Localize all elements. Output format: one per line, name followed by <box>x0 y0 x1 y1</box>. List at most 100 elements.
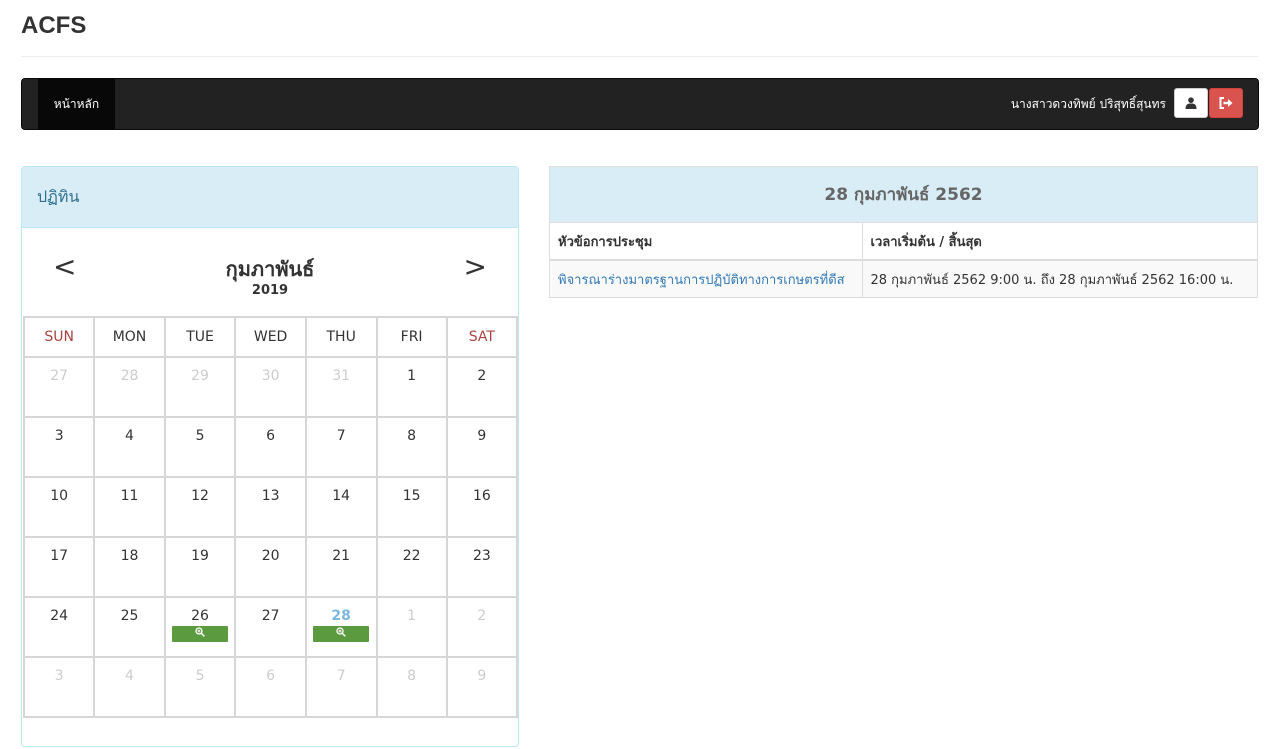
day-number: 29 <box>191 368 209 384</box>
selected-date-heading: 28 กุมภาพันธ์ 2562 <box>550 167 1257 223</box>
calendar-day-cell[interactable]: 8 <box>375 656 448 718</box>
calendar-day-cell[interactable]: 26 <box>163 596 237 658</box>
day-number: 12 <box>191 488 209 504</box>
calendar-day-cell[interactable]: 14 <box>304 476 378 538</box>
calendar-body: 27 28 29 30 31 1 2 3 4 5 6 7 8 9 10 11 12 13 14 15 16 17 18 19 2… <box>22 356 519 718</box>
calendar-day-cell[interactable]: 22 <box>375 536 448 598</box>
calendar-day-cell[interactable]: 9 <box>445 656 519 718</box>
calendar-day-cell[interactable]: 24 <box>22 596 96 658</box>
day-number: 22 <box>402 548 421 564</box>
day-number: 15 <box>402 488 421 504</box>
day-number: 24 <box>50 608 69 624</box>
calendar-week-row: 3 4 5 6 7 8 9 <box>22 416 519 478</box>
event-marker-button[interactable] <box>172 626 229 642</box>
calendar-day-cell[interactable]: 3 <box>22 416 96 478</box>
zoom-in-icon <box>195 627 205 637</box>
calendar-day-cell[interactable]: 6 <box>234 656 307 718</box>
calendar-day-cell[interactable]: 31 <box>304 356 378 418</box>
calendar-day-cell[interactable]: 27 <box>234 596 307 658</box>
day-number: 31 <box>332 368 351 384</box>
day-number: 3 <box>54 668 64 684</box>
day-number: 9 <box>477 668 487 684</box>
day-number: 8 <box>407 668 417 684</box>
day-number: 1 <box>407 368 417 384</box>
calendar-day-cell[interactable]: 8 <box>375 416 448 478</box>
calendar-day-cell[interactable]: 27 <box>22 356 96 418</box>
calendar-day-cell[interactable]: 25 <box>93 596 166 658</box>
day-number: 6 <box>266 428 276 444</box>
calendar-day-cell[interactable]: 16 <box>445 476 519 538</box>
weekday-tue: TUE <box>163 316 237 358</box>
calendar-day-cell[interactable]: 11 <box>93 476 166 538</box>
weekday-wed: WED <box>234 316 307 358</box>
calendar-week-row: 10 11 12 13 14 15 16 <box>22 476 519 538</box>
calendar-day-cell[interactable]: 6 <box>234 416 307 478</box>
nav-home-link[interactable]: หน้าหลัก <box>38 79 115 129</box>
calendar-day-cell[interactable]: 29 <box>163 356 237 418</box>
calendar-day-cell[interactable]: 7 <box>304 656 378 718</box>
event-marker-button[interactable] <box>313 626 370 642</box>
navbar: หน้าหลัก นางสาวดวงทิพย์ ปริสุทธิ์สุนทร <box>21 78 1259 130</box>
calendar-day-cell[interactable]: 5 <box>163 656 237 718</box>
meeting-table-header: หัวข้อการประชุม เวลาเริ่มต้น / สิ้นสุด <box>550 223 1257 261</box>
day-number: 16 <box>472 488 491 504</box>
meeting-detail-panel: 28 กุมภาพันธ์ 2562 หัวข้อการประชุม เวลาเ… <box>549 166 1258 298</box>
calendar-panel: ปฏิทิน < กุมภาพันธ์ 2019 > SUN MON TUE WED T… <box>21 166 519 747</box>
calendar-day-cell[interactable]: 2 <box>445 356 519 418</box>
calendar-month: กุมภาพันธ์ <box>225 257 315 281</box>
day-number: 9 <box>477 428 487 444</box>
meeting-topic-link[interactable]: พิจารณาร่างมาตรฐานการปฏิบัติทางการเกษตรท… <box>550 260 863 297</box>
calendar-day-cell[interactable]: 7 <box>304 416 378 478</box>
day-number: 27 <box>261 608 280 624</box>
calendar-day-cell[interactable]: 10 <box>22 476 96 538</box>
day-number: 7 <box>336 428 346 444</box>
weekday-sun: SUN <box>22 316 96 358</box>
calendar-day-cell[interactable]: 17 <box>22 536 96 598</box>
day-number: 8 <box>407 428 417 444</box>
calendar-week-row: 3 4 5 6 7 8 9 <box>22 656 519 718</box>
calendar-header: < กุมภาพันธ์ 2019 > <box>22 228 518 316</box>
day-number: 28 <box>120 368 139 384</box>
calendar-day-cell[interactable]: 20 <box>234 536 307 598</box>
calendar-day-cell[interactable]: 13 <box>234 476 307 538</box>
calendar-grid: SUN MON TUE WED THU FRI SAT 27 28 29 30 31 1 2 3 4 5 6 7 8… <box>22 316 519 718</box>
calendar-day-cell[interactable]: 21 <box>304 536 378 598</box>
day-number: 19 <box>191 548 209 564</box>
calendar-day-cell[interactable]: 23 <box>445 536 519 598</box>
calendar-day-cell[interactable]: 4 <box>93 656 166 718</box>
calendar-day-cell[interactable]: 1 <box>375 356 448 418</box>
calendar-day-cell[interactable]: 9 <box>445 416 519 478</box>
calendar-week-row: 17 18 19 20 21 22 23 <box>22 536 519 598</box>
calendar-week-row: 24 25 26 27 28 1 2 <box>22 596 519 658</box>
weekday-fri: FRI <box>375 316 448 358</box>
calendar-day-cell[interactable]: 2 <box>445 596 519 658</box>
calendar-day-cell[interactable]: 1 <box>375 596 448 658</box>
day-number: 10 <box>50 488 69 504</box>
next-month-button[interactable]: > <box>464 250 487 283</box>
calendar-day-cell[interactable]: 30 <box>234 356 307 418</box>
column-header-time: เวลาเริ่มต้น / สิ้นสุด <box>862 223 1257 261</box>
calendar-day-cell[interactable]: 28 <box>93 356 166 418</box>
calendar-day-cell[interactable]: 3 <box>22 656 96 718</box>
logout-button[interactable] <box>1209 88 1243 118</box>
calendar-day-cell[interactable]: 12 <box>163 476 237 538</box>
calendar-year: 2019 <box>251 283 289 298</box>
day-number: 5 <box>195 428 205 444</box>
day-number: 1 <box>407 608 417 624</box>
meeting-time: 28 กุมภาพันธ์ 2562 9:00 น. ถึง 28 กุมภาพ… <box>862 260 1257 297</box>
calendar-week-row: 27 28 29 30 31 1 2 <box>22 356 519 418</box>
calendar-day-cell[interactable]: 18 <box>93 536 166 598</box>
profile-button[interactable] <box>1174 88 1208 118</box>
day-number: 5 <box>195 668 205 684</box>
calendar-day-cell[interactable]: 5 <box>163 416 237 478</box>
calendar-day-cell[interactable]: 15 <box>375 476 448 538</box>
day-number: 30 <box>261 368 280 384</box>
day-number: 11 <box>120 488 139 504</box>
day-number: 18 <box>120 548 139 564</box>
column-header-topic: หัวข้อการประชุม <box>550 223 863 261</box>
calendar-day-cell[interactable]: 4 <box>93 416 166 478</box>
meeting-row: พิจารณาร่างมาตรฐานการปฏิบัติทางการเกษตรท… <box>550 260 1257 297</box>
calendar-day-cell[interactable]: 28 <box>304 596 378 658</box>
calendar-day-cell[interactable]: 19 <box>163 536 237 598</box>
user-icon <box>1185 97 1197 109</box>
